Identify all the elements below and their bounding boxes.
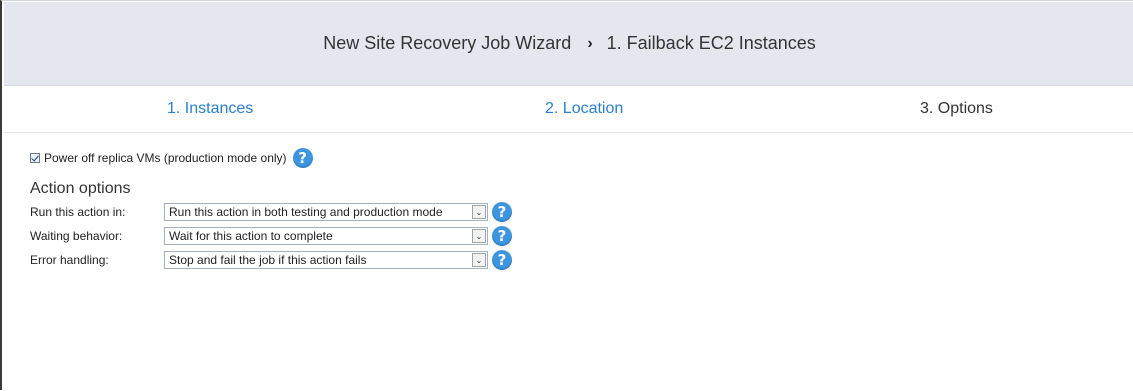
- waiting-behavior-row: Waiting behavior: Wait for this action t…: [30, 226, 512, 246]
- run-action-help-icon[interactable]: ?: [492, 202, 512, 222]
- power-off-label: Power off replica VMs (production mode o…: [44, 151, 287, 165]
- wizard-header: New Site Recovery Job Wizard › 1. Failba…: [4, 2, 1133, 86]
- power-off-help-icon[interactable]: ?: [292, 148, 313, 168]
- run-action-value: Run this action in both testing and prod…: [169, 205, 443, 219]
- waiting-behavior-select[interactable]: Wait for this action to complete ⌄: [164, 227, 488, 245]
- tab-location[interactable]: 2. Location: [545, 100, 623, 118]
- error-handling-help-icon[interactable]: ?: [492, 250, 512, 270]
- breadcrumb-separator-icon: ›: [587, 34, 593, 52]
- tab-instances[interactable]: 1. Instances: [167, 100, 253, 118]
- action-options-heading: Action options: [30, 180, 131, 197]
- options-panel: Power off replica VMs (production mode o…: [2, 133, 1133, 391]
- waiting-behavior-value: Wait for this action to complete: [169, 229, 333, 243]
- power-off-checkbox[interactable]: [30, 153, 40, 163]
- run-action-label: Run this action in:: [30, 205, 126, 219]
- waiting-behavior-label: Waiting behavior:: [30, 229, 123, 243]
- error-handling-select[interactable]: Stop and fail the job if this action fai…: [164, 251, 488, 269]
- wizard-steps-nav: 1. Instances 2. Location 3. Options: [4, 86, 1133, 133]
- chevron-down-icon[interactable]: ⌄: [472, 253, 486, 267]
- error-handling-label: Error handling:: [30, 253, 109, 267]
- wizard-title: New Site Recovery Job Wizard: [323, 33, 572, 53]
- power-off-option: Power off replica VMs (production mode o…: [30, 148, 313, 168]
- error-handling-value: Stop and fail the job if this action fai…: [169, 253, 367, 267]
- run-action-row: Run this action in: Run this action in b…: [30, 202, 512, 222]
- wizard-window: New Site Recovery Job Wizard › 1. Failba…: [0, 0, 1133, 390]
- tab-options[interactable]: 3. Options: [920, 100, 993, 118]
- chevron-down-icon[interactable]: ⌄: [472, 205, 486, 219]
- waiting-behavior-help-icon[interactable]: ?: [492, 226, 512, 246]
- run-action-select[interactable]: Run this action in both testing and prod…: [164, 203, 488, 221]
- current-step-title: 1. Failback EC2 Instances: [606, 33, 816, 53]
- chevron-down-icon[interactable]: ⌄: [472, 229, 486, 243]
- error-handling-row: Error handling: Stop and fail the job if…: [30, 250, 512, 270]
